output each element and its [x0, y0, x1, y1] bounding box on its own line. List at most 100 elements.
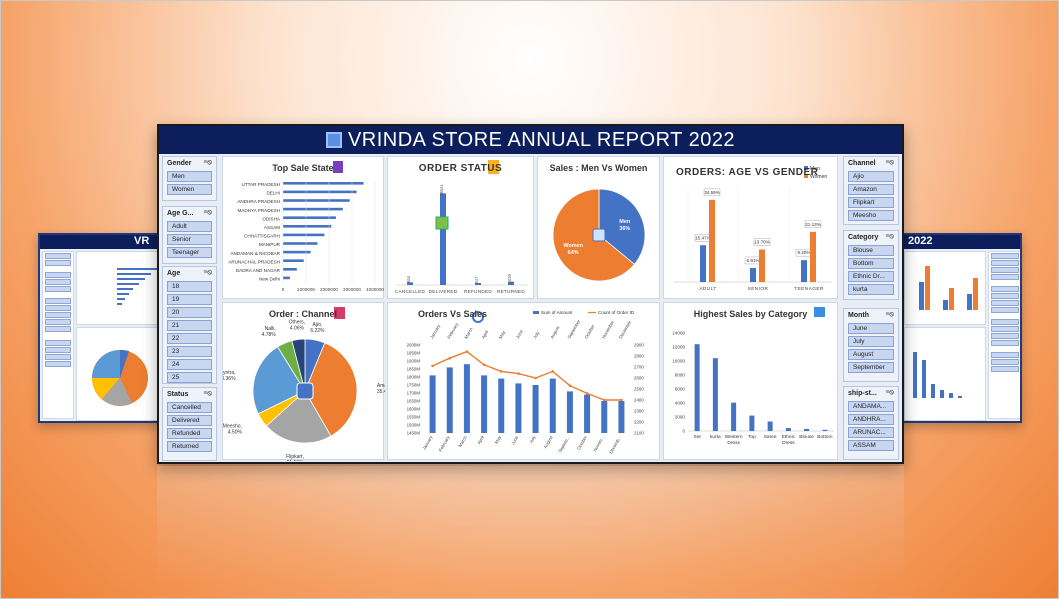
- slicer-item-women[interactable]: Women: [167, 184, 212, 195]
- sales-bar: [515, 383, 522, 433]
- month-label-bottom: March: [457, 434, 468, 447]
- y-right-tick-label: 2700: [634, 365, 644, 370]
- orders-point: [499, 370, 503, 373]
- slicer-item-ethnic-dr[interactable]: Ethnic Dr...: [848, 271, 894, 282]
- month-label-top: July: [532, 330, 541, 340]
- slicer-item-18[interactable]: 18: [167, 281, 212, 292]
- slicer-title: Status: [167, 391, 189, 398]
- sales-bar: [601, 401, 608, 433]
- shopping-cart-icon: [592, 228, 606, 242]
- report-title: VRINDA STORE ANNUAL REPORT 2022: [347, 129, 736, 151]
- category-bar: [785, 428, 791, 431]
- status-value-label: 28641: [439, 184, 444, 196]
- y-tick-label: 6000: [675, 387, 686, 392]
- slicer-item-meesho[interactable]: Meesho: [848, 210, 894, 221]
- slicer-title: Channel: [848, 160, 876, 167]
- slicer-item-24[interactable]: 24: [167, 359, 212, 370]
- slicer-title: Gender: [167, 160, 192, 167]
- age-gender-title: ORDERS: AGE VS GENDER: [676, 167, 819, 178]
- slicer-item-returned[interactable]: Returned: [167, 441, 212, 452]
- sales-bar: [584, 394, 591, 433]
- age-gender-value-label: 13.70%: [754, 239, 770, 244]
- category-label: Dress: [782, 440, 795, 446]
- state-label: ASSAM: [264, 225, 280, 230]
- slicer-item-23[interactable]: 23: [167, 346, 212, 357]
- channel-data-label: 4.78%: [262, 332, 277, 338]
- clear-filter-icon[interactable]: ≡⦸: [885, 159, 894, 167]
- orders-point: [517, 372, 520, 375]
- y-right-tick-label: 2100: [634, 431, 644, 436]
- slicer-item-august[interactable]: August: [848, 349, 894, 360]
- slicer-item-men[interactable]: Men: [167, 171, 212, 182]
- slicer-item-july[interactable]: July: [848, 336, 894, 347]
- x-tick-label: 3000000: [343, 287, 361, 292]
- slicer-item-adult[interactable]: Adult: [167, 221, 212, 232]
- orders-point: [534, 376, 537, 380]
- clear-filter-icon[interactable]: ≡⦸: [885, 233, 894, 241]
- slicer-item-andhra[interactable]: ANDHRA...: [848, 414, 894, 425]
- selection-handle-icon[interactable]: [435, 216, 449, 230]
- state-label: ARUNACHAL PRADESH: [228, 259, 280, 264]
- slicer-item-arunac[interactable]: ARUNAC...: [848, 427, 894, 438]
- slicer-item-bottom[interactable]: Bottom: [848, 258, 894, 269]
- clear-filter-icon[interactable]: ≡⦸: [203, 209, 212, 217]
- sales-men-women-panel: Sales : Men Vs Women Men 36% Women 64%: [537, 156, 660, 299]
- orders-point: [448, 356, 452, 360]
- slicer-item-ajio[interactable]: Ajio: [848, 171, 894, 182]
- slicer-item-andama[interactable]: ANDAMA...: [848, 401, 894, 412]
- pie-data-label: Men: [619, 219, 631, 225]
- category-bar: [712, 358, 718, 431]
- slicer-item-refunded[interactable]: Refunded: [167, 428, 212, 439]
- slicer-item-teenager[interactable]: Teenager: [167, 247, 212, 258]
- clear-filter-icon[interactable]: ≡⦸: [885, 389, 894, 397]
- orders-line: [432, 350, 622, 401]
- slicer-item-20[interactable]: 20: [167, 307, 212, 318]
- clear-filter-icon[interactable]: ≡⦸: [203, 390, 212, 398]
- orders-point: [482, 363, 486, 367]
- y-left-tick-label: 1750M: [407, 383, 421, 388]
- slicer-item-21[interactable]: 21: [167, 320, 212, 331]
- slicer-item-22[interactable]: 22: [167, 333, 212, 344]
- category-bar: [804, 428, 810, 431]
- sales-men-women-title: Sales : Men Vs Women: [549, 163, 648, 173]
- clear-filter-icon[interactable]: ≡⦸: [203, 269, 212, 277]
- slicer-item-amazon[interactable]: Amazon: [848, 184, 894, 195]
- age-gender-value-label: 15.47%: [695, 235, 711, 240]
- clear-filter-icon[interactable]: ≡⦸: [203, 159, 212, 167]
- slicer-item-blouse[interactable]: Blouse: [848, 245, 894, 256]
- category-label: kurta: [710, 434, 721, 440]
- month-label-top: January: [429, 323, 441, 339]
- y-tick-label: 10000: [672, 359, 685, 364]
- age-gender-bar: [759, 249, 765, 282]
- orders-point: [431, 364, 434, 368]
- sales-bar: [463, 364, 470, 433]
- slicer-item-senior[interactable]: Senior: [167, 234, 212, 245]
- y-tick-label: 12000: [672, 345, 685, 350]
- slicer-item-cancelled[interactable]: Cancelled: [167, 402, 212, 413]
- left-preview-channel-pie: [76, 327, 162, 421]
- month-label-bottom: Septem...: [557, 435, 571, 453]
- sales-bar: [498, 378, 505, 433]
- category-bar: [749, 415, 755, 431]
- month-label-bottom: August: [543, 434, 554, 449]
- y-right-tick-label: 2800: [634, 354, 644, 359]
- slicer-title: Category: [848, 234, 879, 241]
- slicer-item-19[interactable]: 19: [167, 294, 212, 305]
- slicer-item-delivered[interactable]: Delivered: [167, 415, 212, 426]
- slicer-item-kurta[interactable]: kurta: [848, 284, 894, 295]
- sales-men-women-chart: Men36% Women64%: [552, 188, 646, 282]
- slicer-item-flipkart[interactable]: Flipkart: [848, 197, 894, 208]
- sales-bar: [532, 385, 539, 433]
- slicer-item-25[interactable]: 25: [167, 372, 212, 383]
- orders-point: [585, 392, 589, 395]
- slicer-item-september[interactable]: September: [848, 362, 894, 373]
- clear-filter-icon[interactable]: ≡⦸: [885, 311, 894, 319]
- status-value-label: 517: [474, 276, 479, 284]
- slicer-item-june[interactable]: June: [848, 323, 894, 334]
- order-status-title: ORDER STATUS: [418, 163, 503, 174]
- state-label: CHHATTISGARH: [244, 234, 280, 239]
- x-tick-label: 1000000: [297, 287, 315, 292]
- slicer-item-assam[interactable]: ASSAM: [848, 440, 894, 451]
- sales-bar: [446, 367, 453, 433]
- y-right-tick-label: 2600: [634, 376, 644, 381]
